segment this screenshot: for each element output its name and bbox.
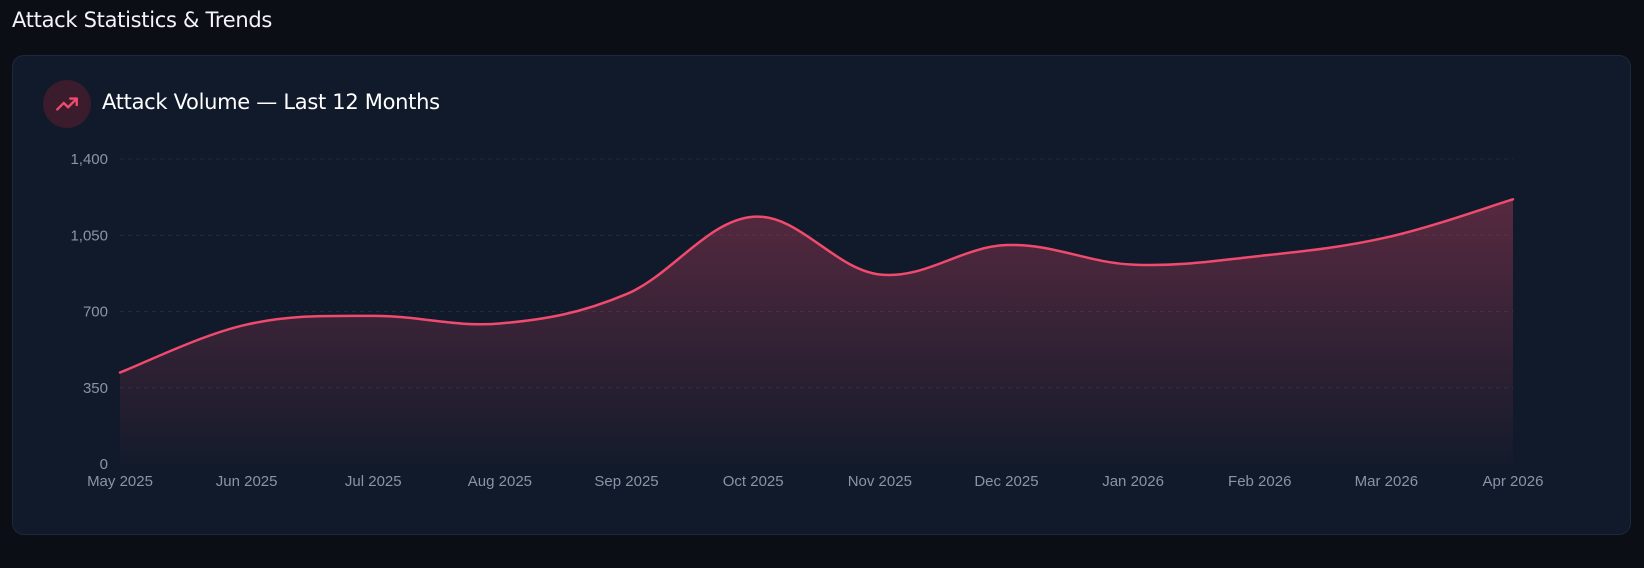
attack-volume-chart: 0 350 700 1,050 1,400 May 2025 Jun 2025 Jul 20…	[70, 151, 1544, 490]
x-tick-label: Aug 2025	[468, 473, 532, 490]
data-point[interactable]	[750, 214, 756, 220]
x-tick-label: Sep 2025	[594, 473, 658, 490]
data-point[interactable]	[877, 271, 883, 277]
data-point[interactable]	[370, 313, 376, 319]
data-point[interactable]	[1510, 196, 1516, 202]
y-tick-label: 1,400	[70, 151, 108, 168]
x-tick-label: Feb 2026	[1228, 473, 1291, 490]
x-tick-label: Jun 2025	[216, 473, 278, 490]
x-tick-label: Nov 2025	[848, 473, 912, 490]
data-point[interactable]	[624, 291, 630, 297]
y-tick-label: 1,050	[70, 227, 108, 244]
data-point[interactable]	[1130, 262, 1136, 268]
y-tick-label: 0	[100, 456, 108, 473]
x-tick-label: Dec 2025	[974, 473, 1038, 490]
data-point[interactable]	[117, 370, 123, 376]
x-tick-label: May 2025	[87, 473, 153, 490]
y-tick-label: 700	[83, 304, 108, 321]
x-tick-label: Mar 2026	[1355, 473, 1418, 490]
series-area	[120, 199, 1513, 464]
x-tick-label: Jul 2025	[345, 473, 402, 490]
x-tick-label: Apr 2026	[1483, 473, 1544, 490]
data-point[interactable]	[497, 320, 503, 326]
data-point[interactable]	[1257, 253, 1263, 259]
y-tick-label: 350	[83, 380, 108, 397]
x-tick-label: Oct 2025	[723, 473, 784, 490]
data-point[interactable]	[1383, 234, 1389, 240]
data-point[interactable]	[244, 322, 250, 328]
data-point[interactable]	[1003, 242, 1009, 248]
x-tick-label: Jan 2026	[1102, 473, 1164, 490]
